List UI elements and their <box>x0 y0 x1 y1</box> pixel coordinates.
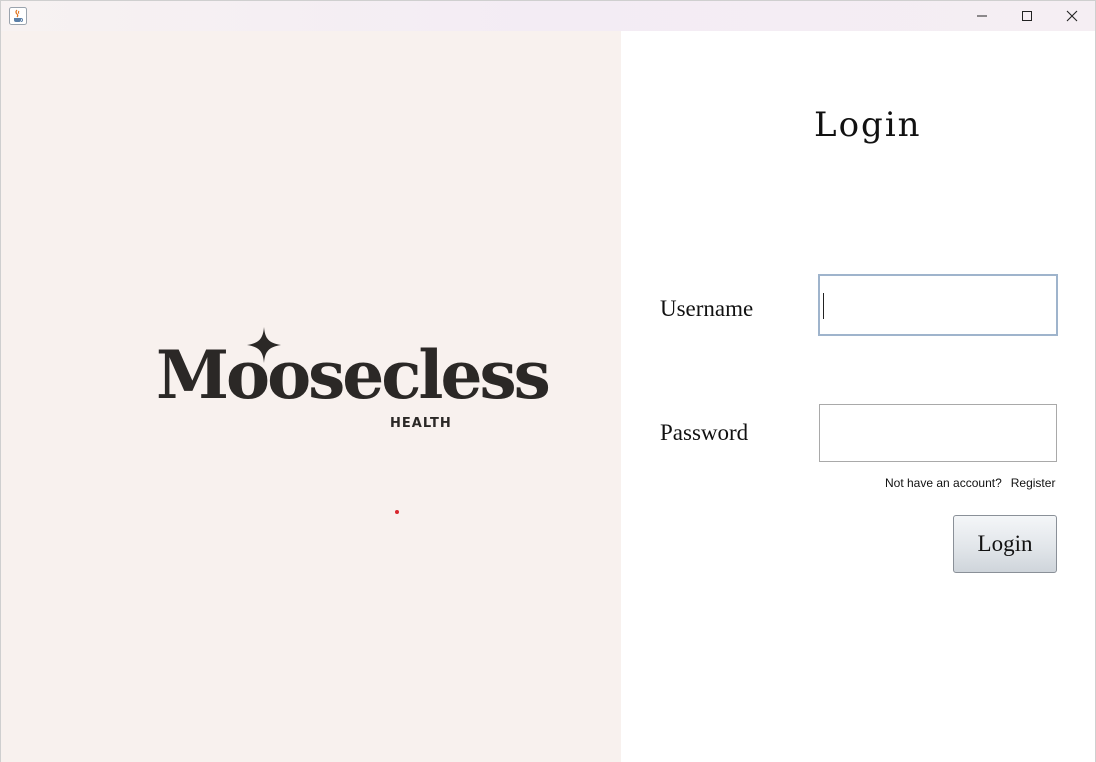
brand-logo: Moosecless HEALTH <box>151 327 551 437</box>
app-window: Moosecless HEALTH Login Username Passwor… <box>0 0 1096 762</box>
username-label: Username <box>660 296 754 321</box>
maximize-button[interactable] <box>1004 1 1050 31</box>
close-icon <box>1066 10 1078 22</box>
java-cup-icon <box>9 7 27 25</box>
register-prompt: Not have an account? Register <box>885 476 1055 490</box>
username-field[interactable] <box>818 274 1058 336</box>
no-account-text: Not have an account? <box>885 476 1002 490</box>
login-button[interactable]: Login <box>953 515 1057 573</box>
brand-panel: Moosecless HEALTH <box>1 31 621 762</box>
close-button[interactable] <box>1049 1 1095 31</box>
minimize-icon <box>976 10 988 22</box>
password-label: Password <box>660 420 749 445</box>
login-panel: Login Username Password Not have an acco… <box>621 31 1095 762</box>
minimize-button[interactable] <box>959 1 1005 31</box>
password-field[interactable] <box>819 404 1057 462</box>
text-caret <box>823 293 824 319</box>
title-bar <box>1 1 1095 31</box>
red-dot <box>395 510 399 514</box>
page-title: Login <box>814 105 922 145</box>
brand-tagline: HEALTH <box>390 416 452 431</box>
register-link[interactable]: Register <box>1011 476 1056 490</box>
brand-name: Moosecless <box>156 336 551 414</box>
maximize-icon <box>1021 10 1033 22</box>
